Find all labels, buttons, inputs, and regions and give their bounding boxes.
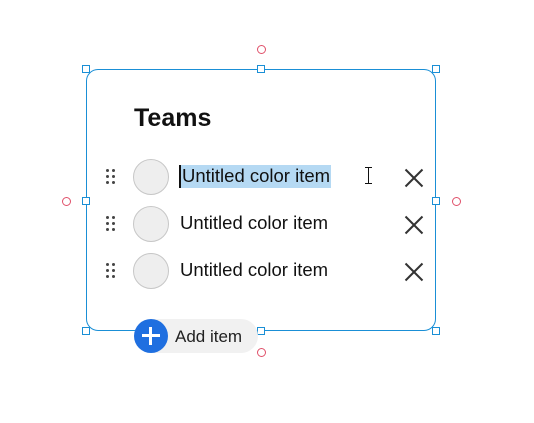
list-item: Untitled color item — [100, 157, 430, 197]
resize-handle-bottom-left[interactable] — [82, 327, 90, 335]
resize-handle-bottom[interactable] — [257, 327, 265, 335]
drag-handle-icon[interactable] — [105, 168, 117, 186]
resize-handle-top-left[interactable] — [82, 65, 90, 73]
plus-icon — [134, 319, 168, 353]
color-swatch[interactable] — [133, 159, 169, 195]
resize-handle-top[interactable] — [257, 65, 265, 73]
list-item: Untitled color item — [100, 251, 430, 291]
resize-handle-left[interactable] — [82, 197, 90, 205]
resize-handle-bottom-right[interactable] — [432, 327, 440, 335]
color-swatch[interactable] — [133, 206, 169, 242]
close-icon[interactable] — [402, 212, 426, 236]
close-icon[interactable] — [402, 165, 426, 189]
canvas: Teams Untitled color item Untitled color… — [0, 0, 534, 423]
drag-handle-icon[interactable] — [105, 262, 117, 280]
item-label[interactable]: Untitled color item — [180, 212, 328, 234]
item-label[interactable]: Untitled color item — [180, 259, 328, 281]
resize-handle-right[interactable] — [432, 197, 440, 205]
connector-handle-left[interactable] — [62, 197, 71, 206]
connector-handle-top[interactable] — [257, 45, 266, 54]
resize-handle-top-right[interactable] — [432, 65, 440, 73]
add-item-button[interactable]: Add item — [134, 319, 258, 353]
widget-title[interactable]: Teams — [134, 103, 211, 133]
item-label-input[interactable]: Untitled color item — [179, 165, 332, 188]
list-item: Untitled color item — [100, 204, 430, 244]
close-icon[interactable] — [402, 259, 426, 283]
connector-handle-bottom[interactable] — [257, 348, 266, 357]
connector-handle-right[interactable] — [452, 197, 461, 206]
add-item-label: Add item — [175, 327, 243, 346]
text-cursor-icon — [364, 167, 373, 184]
drag-handle-icon[interactable] — [105, 215, 117, 233]
color-swatch[interactable] — [133, 253, 169, 289]
